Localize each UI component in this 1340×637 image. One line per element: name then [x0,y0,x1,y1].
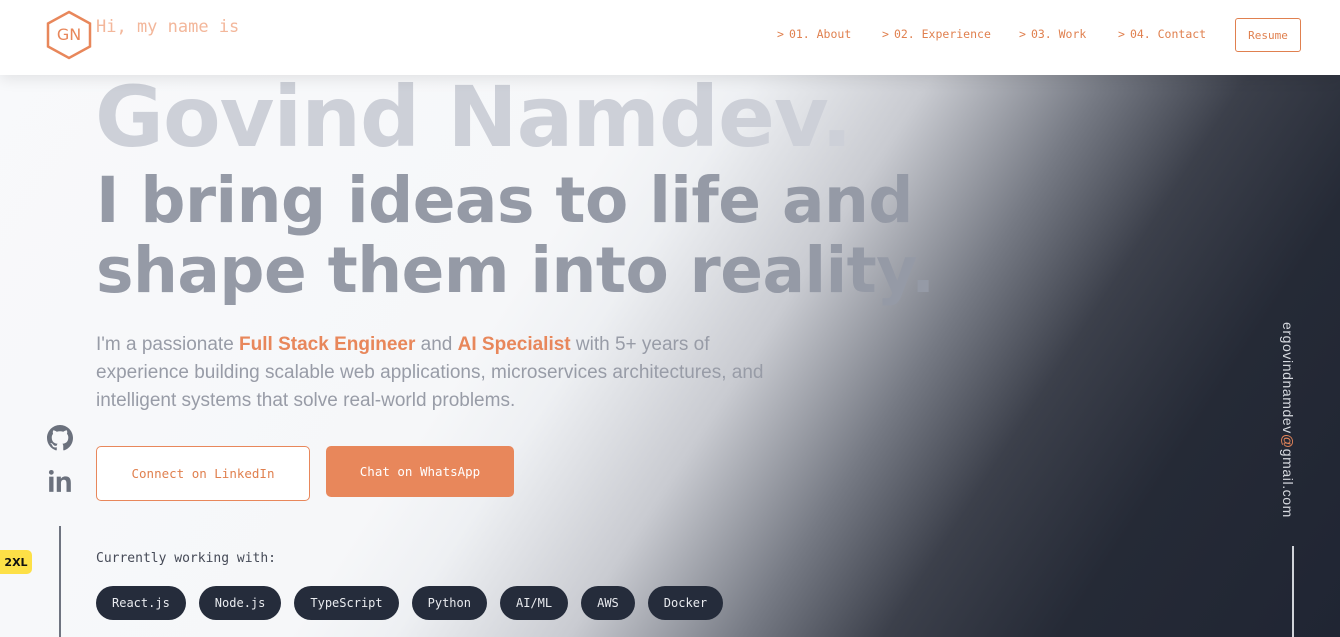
hero-headline: I bring ideas to life and shape them int… [96,166,956,306]
headline-line-1: I bring ideas to life and [96,164,913,237]
top-navbar: GN Hi, my name is >01. About >02. Experi… [0,0,1340,75]
left-vertical-line [59,526,61,637]
nav-link-label: 01. About [788,27,852,41]
greeting-text: Hi, my name is [96,17,240,37]
email-at: @ [1280,433,1296,449]
nav-link-contact[interactable]: >04. Contact [1118,27,1206,41]
tech-chip: Node.js [198,586,282,620]
nav-caret-icon: > [882,27,889,41]
nav-caret-icon: > [777,27,784,41]
nav-caret-icon: > [1118,27,1125,41]
chat-whatsapp-button[interactable]: Chat on WhatsApp [326,446,514,497]
linkedin-icon [48,469,71,492]
tech-stack-list: React.js Node.js TypeScript Python AI/ML… [96,586,736,620]
connect-linkedin-button[interactable]: Connect on LinkedIn [96,446,310,501]
github-link[interactable] [47,425,73,451]
intro-text-2: and [415,334,458,355]
nav-caret-icon: > [1019,27,1026,41]
headline-line-2: shape them into reality. [96,234,935,307]
resume-button[interactable]: Resume [1235,18,1301,52]
tech-stack-label: Currently working with: [96,551,277,566]
nav-link-about[interactable]: >01. About [777,27,851,41]
logo[interactable]: GN [46,10,92,60]
tech-chip: AI/ML [499,586,569,620]
email-sidebar: ergovindnamdev@gmail.com [1280,322,1304,544]
email-user: ergovindnamdev [1280,322,1296,434]
nav-link-label: 04. Contact [1129,27,1207,41]
nav-link-label: 02. Experience [893,27,991,41]
email-link[interactable]: ergovindnamdev@gmail.com [1280,322,1296,518]
intro-highlight-ai: AI Specialist [457,334,571,355]
tech-chip: React.js [96,586,186,620]
email-domain: gmail.com [1280,448,1296,518]
linkedin-link[interactable] [47,468,73,494]
right-vertical-line [1292,546,1294,637]
hero-name: Govind Namdev. [95,68,853,166]
intro-text-1: I'm a passionate [96,334,240,355]
github-icon [47,425,73,451]
nav-link-label: 03. Work [1030,27,1087,41]
nav-link-experience[interactable]: >02. Experience [882,27,991,41]
tech-chip: TypeScript [294,586,399,620]
intro-highlight-fullstack: Full Stack Engineer [239,334,416,355]
hero-intro: I'm a passionate Full Stack Engineer and… [96,331,766,415]
tech-chip: Docker [647,586,724,620]
screen-size-badge: 2XL [0,550,32,574]
tech-chip: Python [411,586,487,620]
nav-link-work[interactable]: >03. Work [1019,27,1086,41]
logo-text: GN [56,25,82,44]
tech-chip: AWS [581,586,635,620]
